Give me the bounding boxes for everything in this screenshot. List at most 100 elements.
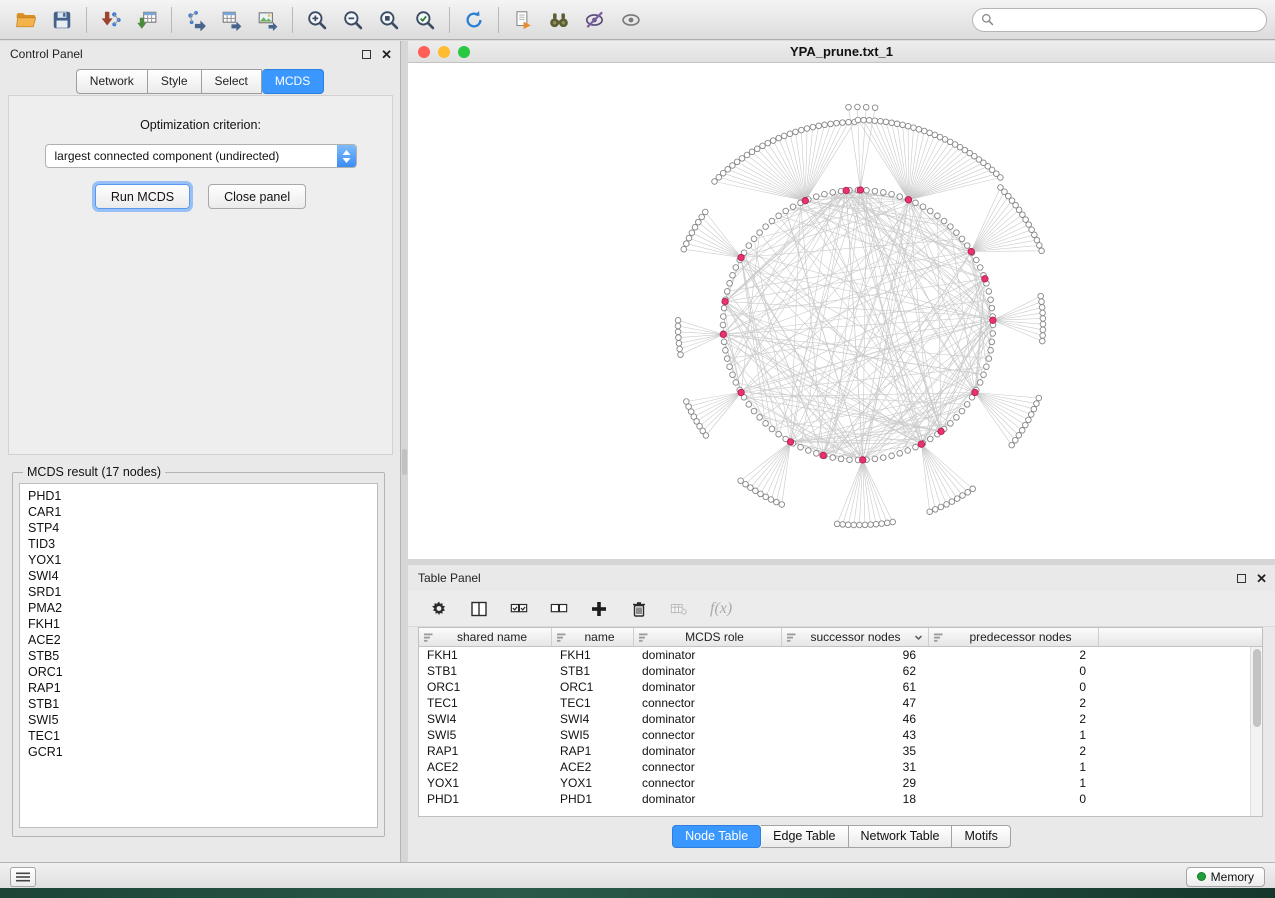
table-cell: FKH1: [552, 647, 634, 663]
network-graph[interactable]: [408, 63, 1275, 558]
table-row[interactable]: PHD1PHD1dominator180: [419, 791, 1262, 807]
network-canvas[interactable]: [408, 63, 1275, 558]
splitter-grip[interactable]: [402, 449, 407, 475]
table-scrollbar[interactable]: [1250, 647, 1262, 817]
table-cell: ACE2: [552, 759, 634, 775]
tab-select[interactable]: Select: [202, 69, 262, 94]
table-row[interactable]: TEC1TEC1connector472: [419, 695, 1262, 711]
result-node[interactable]: SWI5: [28, 712, 375, 728]
column-header[interactable]: predecessor nodes: [929, 628, 1099, 646]
result-node[interactable]: CAR1: [28, 504, 375, 520]
vertical-splitter[interactable]: [401, 41, 408, 862]
tab-network-table[interactable]: Network Table: [849, 825, 953, 848]
mcds-result-list[interactable]: PHD1CAR1STP4TID3YOX1SWI4SRD1PMA2FKH1ACE2…: [19, 483, 378, 828]
result-node[interactable]: PHD1: [28, 488, 375, 504]
table-row[interactable]: ACE2ACE2connector311: [419, 759, 1262, 775]
toolbar-separator: [86, 7, 87, 33]
float-panel-icon[interactable]: [362, 50, 371, 59]
function-builder-button[interactable]: f(x): [710, 600, 732, 618]
add-column-button[interactable]: [590, 600, 608, 618]
show-hide-panel-button[interactable]: [613, 4, 649, 36]
column-header[interactable]: name: [552, 628, 634, 646]
import-network-button[interactable]: [93, 4, 129, 36]
table-row[interactable]: STB1STB1dominator620: [419, 663, 1262, 679]
table-cell: 2: [929, 647, 1099, 663]
tab-mcds[interactable]: MCDS: [262, 69, 324, 94]
result-node[interactable]: SRD1: [28, 584, 375, 600]
table-row[interactable]: FKH1FKH1dominator962: [419, 647, 1262, 663]
column-header[interactable]: MCDS role: [634, 628, 782, 646]
scrollbar-thumb[interactable]: [1253, 649, 1261, 727]
run-mcds-button[interactable]: Run MCDS: [95, 184, 190, 209]
close-panel-button[interactable]: Close panel: [208, 184, 306, 209]
result-node[interactable]: STP4: [28, 520, 375, 536]
table-cell: dominator: [634, 711, 782, 727]
result-node[interactable]: SWI4: [28, 568, 375, 584]
memory-button[interactable]: Memory: [1186, 867, 1265, 887]
table-cell: YOX1: [552, 775, 634, 791]
clone-network-button[interactable]: [505, 4, 541, 36]
table-row[interactable]: SWI4SWI4dominator462: [419, 711, 1262, 727]
table-settings-button[interactable]: [430, 600, 448, 618]
criterion-select[interactable]: largest connected component (undirected): [45, 144, 357, 168]
show-columns-button[interactable]: [470, 600, 488, 618]
result-node[interactable]: FKH1: [28, 616, 375, 632]
zoom-selected-button[interactable]: [407, 4, 443, 36]
close-panel-icon[interactable]: ✕: [381, 50, 392, 59]
table-cell: SWI4: [552, 711, 634, 727]
close-window-icon[interactable]: [418, 46, 430, 58]
tab-edge-table[interactable]: Edge Table: [761, 825, 848, 848]
unselect-all-button[interactable]: [550, 600, 568, 618]
select-all-button[interactable]: [510, 600, 528, 618]
status-menu-button[interactable]: [10, 867, 36, 887]
open-file-button[interactable]: [8, 4, 44, 36]
import-table-button[interactable]: [129, 4, 165, 36]
result-node[interactable]: ORC1: [28, 664, 375, 680]
minimize-window-icon[interactable]: [438, 46, 450, 58]
table-row[interactable]: ORC1ORC1dominator610: [419, 679, 1262, 695]
tab-node-table[interactable]: Node Table: [672, 825, 761, 848]
maximize-window-icon[interactable]: [458, 46, 470, 58]
export-image-button[interactable]: [250, 4, 286, 36]
column-header[interactable]: successor nodes: [782, 628, 929, 646]
result-node[interactable]: YOX1: [28, 552, 375, 568]
tab-style[interactable]: Style: [148, 69, 202, 94]
zoom-fit-button[interactable]: [371, 4, 407, 36]
select-all-icon: [510, 600, 528, 618]
delete-table-button[interactable]: [670, 600, 688, 618]
column-header[interactable]: shared name: [419, 628, 552, 646]
result-node[interactable]: ACE2: [28, 632, 375, 648]
save-button[interactable]: [44, 4, 80, 36]
mcds-panel: Optimization criterion: largest connecte…: [8, 95, 393, 455]
result-node[interactable]: TID3: [28, 536, 375, 552]
toggle-graphics-details-button[interactable]: [577, 4, 613, 36]
result-node[interactable]: STB5: [28, 648, 375, 664]
result-node[interactable]: PMA2: [28, 600, 375, 616]
plus-icon: [590, 600, 608, 618]
result-node[interactable]: STB1: [28, 696, 375, 712]
zoom-out-button[interactable]: [335, 4, 371, 36]
delete-column-button[interactable]: [630, 600, 648, 618]
zoom-in-button[interactable]: [299, 4, 335, 36]
result-node[interactable]: RAP1: [28, 680, 375, 696]
table-panel-title: Table Panel: [418, 571, 481, 585]
tab-motifs[interactable]: Motifs: [952, 825, 1010, 848]
tab-network[interactable]: Network: [76, 69, 148, 94]
table-row[interactable]: YOX1YOX1connector291: [419, 775, 1262, 791]
export-table-button[interactable]: [214, 4, 250, 36]
export-network-button[interactable]: [178, 4, 214, 36]
table-row[interactable]: SWI5SWI5connector431: [419, 727, 1262, 743]
result-node[interactable]: TEC1: [28, 728, 375, 744]
find-button[interactable]: [541, 4, 577, 36]
refresh-button[interactable]: [456, 4, 492, 36]
result-node[interactable]: GCR1: [28, 744, 375, 760]
search-input[interactable]: [999, 13, 1258, 27]
zoom-fit-icon: [378, 9, 400, 31]
zoom-out-icon: [342, 9, 364, 31]
optimization-criterion-label: Optimization criterion:: [9, 118, 392, 132]
search-box[interactable]: [972, 8, 1267, 32]
close-panel-icon[interactable]: ✕: [1256, 574, 1267, 583]
float-panel-icon[interactable]: [1237, 574, 1246, 583]
table-cell: TEC1: [552, 695, 634, 711]
table-row[interactable]: RAP1RAP1dominator352: [419, 743, 1262, 759]
